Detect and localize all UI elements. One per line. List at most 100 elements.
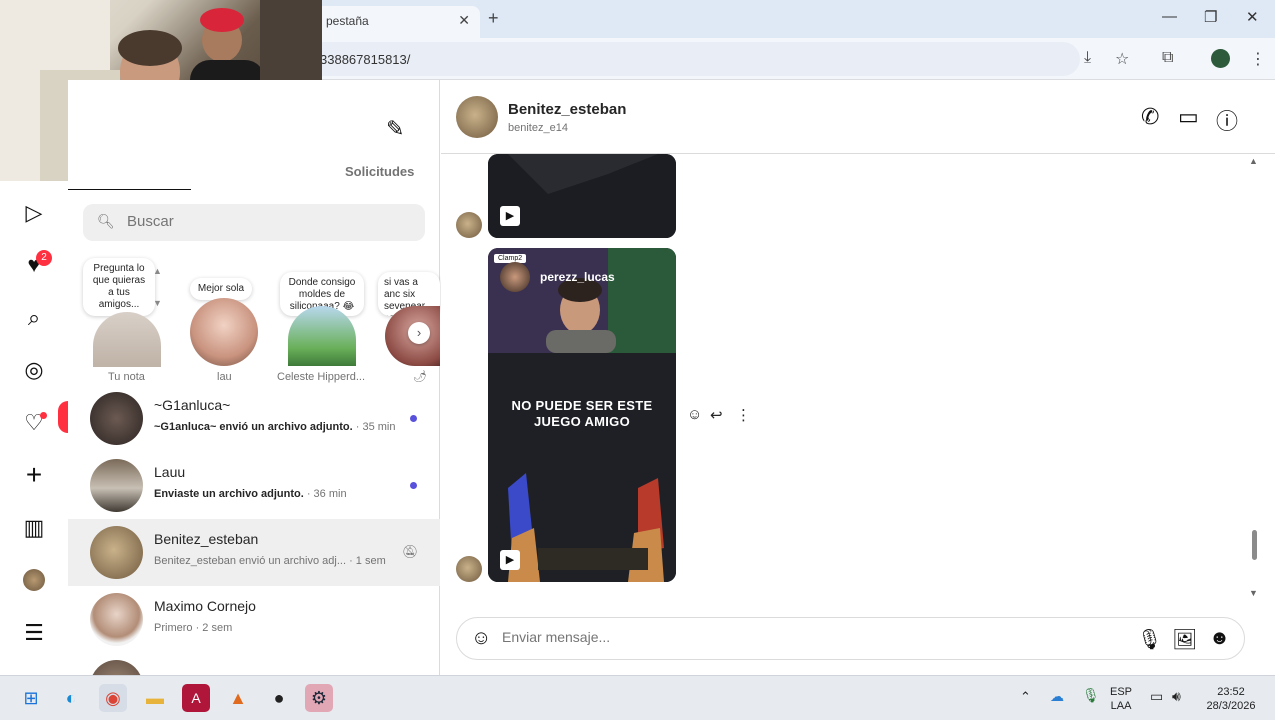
react-emoji-icon[interactable]: ☺ bbox=[687, 406, 702, 423]
explore-compass-icon[interactable]: ◎ bbox=[21, 357, 47, 383]
notes-next-icon[interactable]: › bbox=[408, 322, 430, 344]
chat-avatar[interactable] bbox=[456, 96, 498, 138]
emoji-picker-icon[interactable]: ☺ bbox=[471, 627, 491, 650]
minimize-icon[interactable]: — bbox=[1162, 8, 1177, 25]
chrome-browser-icon[interactable]: ◉ bbox=[99, 684, 127, 712]
reply-icon[interactable]: ↩ bbox=[710, 406, 723, 424]
conversation-last-message: Primero · 2 sem bbox=[154, 622, 233, 634]
reel-author[interactable]: perezz_lucas bbox=[540, 270, 615, 284]
scroll-down-arrow-icon[interactable]: ▼ bbox=[1249, 588, 1258, 598]
play-icon[interactable]: ▶ bbox=[500, 550, 520, 570]
reel-caption: NO PUEDE SER ESTE JUEGO AMIGO bbox=[511, 398, 653, 429]
conversation-info-icon[interactable]: ⓘ bbox=[1216, 104, 1238, 136]
conversation-avatar bbox=[90, 593, 143, 646]
conversation-item-active[interactable]: Benitez_esteban Benitez_esteban envió un… bbox=[68, 519, 440, 586]
shared-reel-card[interactable]: ▶ bbox=[488, 154, 676, 238]
input-language[interactable]: ESP LAA bbox=[1110, 685, 1132, 713]
profile-avatar-nav[interactable] bbox=[23, 569, 45, 591]
steam-icon[interactable]: ⚙ bbox=[305, 684, 333, 712]
attach-image-icon[interactable]: 🖼︎ bbox=[1172, 627, 1197, 652]
search-box[interactable]: 🔍︎ bbox=[83, 204, 425, 241]
sender-avatar bbox=[456, 556, 482, 582]
create-plus-icon[interactable]: + bbox=[21, 461, 47, 489]
edge-browser-icon[interactable]: ◐ bbox=[57, 684, 85, 712]
shared-reel-card[interactable]: Clamp2 perezz_lucas NO PUEDE SER ESTE JU… bbox=[488, 248, 676, 582]
chat-contact-username: benitez_e14 bbox=[508, 122, 568, 134]
message-more-icon[interactable]: ⋮ bbox=[736, 406, 751, 424]
vlc-player-icon[interactable]: ▲ bbox=[224, 684, 252, 712]
conversation-item[interactable]: Lauu Enviaste un archivo adjunto. · 36 m… bbox=[68, 452, 440, 519]
browser-menu-icon[interactable]: ⋮ bbox=[1250, 49, 1266, 69]
file-explorer-icon[interactable]: ▬ bbox=[141, 684, 169, 712]
note-avatar[interactable] bbox=[288, 306, 356, 366]
conversation-avatar bbox=[90, 459, 143, 512]
message-input[interactable] bbox=[502, 629, 1102, 645]
windows-taskbar: ⊞ ◐ ◉ ▬ A ▲ ● ⚙ ⌃ ☁ 🎙︎ ESP LAA ▭ 🔊︎ 23:5… bbox=[0, 675, 1275, 720]
clock[interactable]: 23:52 28/3/2026 bbox=[1202, 685, 1260, 713]
bookmark-star-icon[interactable]: ☆ bbox=[1115, 49, 1129, 69]
conversation-avatar bbox=[90, 660, 143, 675]
chat-contact-name[interactable]: Benitez_esteban bbox=[508, 101, 626, 118]
chat-header: Benitez_esteban benitez_e14 ✆ ▭ ⓘ bbox=[441, 80, 1275, 154]
scrollbar-thumb[interactable] bbox=[1252, 530, 1257, 560]
conversation-item[interactable]: ~G1anluca~ ~G1anluca~ envió un archivo a… bbox=[68, 385, 440, 452]
search-input[interactable] bbox=[127, 213, 407, 230]
inbox-panel: ✎ Solicitudes 🔍︎ Pregunta lo que quieras… bbox=[68, 80, 440, 675]
conversation-name: Maximo Cornejo bbox=[154, 598, 256, 614]
tray-expand-icon[interactable]: ⌃ bbox=[1020, 690, 1031, 704]
reels-icon[interactable]: ▷ bbox=[21, 200, 47, 226]
conversation-last-message: Enviaste un archivo adjunto. · 36 min bbox=[154, 488, 347, 500]
sticker-icon[interactable]: ☻ bbox=[1209, 627, 1230, 650]
insights-icon[interactable]: ▥ bbox=[21, 515, 47, 541]
scroll-down-icon[interactable]: ▼ bbox=[153, 298, 162, 308]
note-avatar[interactable] bbox=[190, 298, 258, 366]
note-avatar[interactable] bbox=[93, 312, 161, 367]
compose-message-icon[interactable]: ✎ bbox=[386, 116, 404, 142]
video-call-icon[interactable]: ▭ bbox=[1178, 104, 1199, 130]
close-window-icon[interactable]: ✕ bbox=[1246, 8, 1259, 26]
volume-icon[interactable]: 🔊︎ bbox=[1172, 689, 1181, 703]
unread-dot bbox=[410, 482, 417, 489]
network-icon[interactable]: ▭ bbox=[1150, 689, 1163, 703]
sender-avatar bbox=[456, 212, 482, 238]
chat-scrollbar[interactable]: ▲ ▼ bbox=[1248, 154, 1260, 604]
start-windows-icon[interactable]: ⊞ bbox=[17, 684, 45, 712]
voice-message-icon[interactable]: 🎙︎ bbox=[1137, 627, 1162, 652]
conversation-last-message: Benitez_esteban envió un archivo adj... … bbox=[154, 555, 386, 567]
note-name: Tu nota bbox=[108, 371, 145, 383]
message-composer: ☺ 🎙︎ 🖼︎ ☻ bbox=[456, 617, 1245, 660]
extensions-icon[interactable]: ⧉ bbox=[1162, 49, 1173, 67]
reel-author-avatar bbox=[500, 262, 530, 292]
requests-tab[interactable]: Solicitudes bbox=[345, 164, 414, 179]
conversation-avatar bbox=[90, 526, 143, 579]
muted-bell-icon: 🔕︎ bbox=[402, 544, 419, 559]
onedrive-cloud-icon[interactable]: ☁ bbox=[1050, 689, 1064, 703]
conversation-last-message: ~G1anluca~ envió un archivo adjunto. · 3… bbox=[154, 421, 396, 433]
conversation-item[interactable] bbox=[68, 653, 440, 675]
audio-call-icon[interactable]: ✆ bbox=[1141, 104, 1159, 130]
play-icon[interactable]: ▶ bbox=[500, 206, 520, 226]
microphone-tray-icon[interactable]: 🎙︎ bbox=[1082, 688, 1100, 702]
obs-studio-icon[interactable]: ● bbox=[265, 684, 293, 712]
notification-dot bbox=[40, 412, 47, 419]
note-name: Celeste Hipperd... bbox=[277, 371, 366, 383]
install-app-icon[interactable]: ⤓ bbox=[1084, 49, 1091, 67]
conversation-name: Benitez_esteban bbox=[154, 531, 259, 547]
restore-icon[interactable]: ❐ bbox=[1204, 8, 1217, 26]
note-bubble[interactable]: Mejor sola bbox=[190, 278, 252, 300]
browser-tab[interactable]: pestaña ✕ bbox=[312, 6, 480, 38]
conversation-item[interactable]: Maximo Cornejo Primero · 2 sem bbox=[68, 586, 440, 653]
close-tab-icon[interactable]: ✕ bbox=[458, 12, 470, 29]
adobe-app-icon[interactable]: A bbox=[182, 684, 210, 712]
scroll-up-arrow-icon[interactable]: ▲ bbox=[1249, 156, 1258, 166]
profile-avatar[interactable] bbox=[1211, 49, 1230, 68]
message-thread: ▶ Clamp2 perezz_lucas NO PUEDE SER ESTE … bbox=[441, 154, 1261, 604]
search-icon[interactable]: ⌕ bbox=[21, 305, 47, 331]
address-bar[interactable]: 338867815813/ bbox=[300, 42, 1080, 76]
search-icon: 🔍︎ bbox=[97, 213, 115, 229]
new-tab-icon[interactable]: + bbox=[488, 8, 499, 29]
scroll-up-icon[interactable]: ▲ bbox=[153, 266, 162, 276]
more-menu-icon[interactable]: ☰ bbox=[21, 620, 47, 646]
note-bubble[interactable]: Pregunta lo que quieras a tus amigos... bbox=[83, 258, 155, 316]
note-emoji-icon: 🌶 bbox=[413, 371, 427, 383]
